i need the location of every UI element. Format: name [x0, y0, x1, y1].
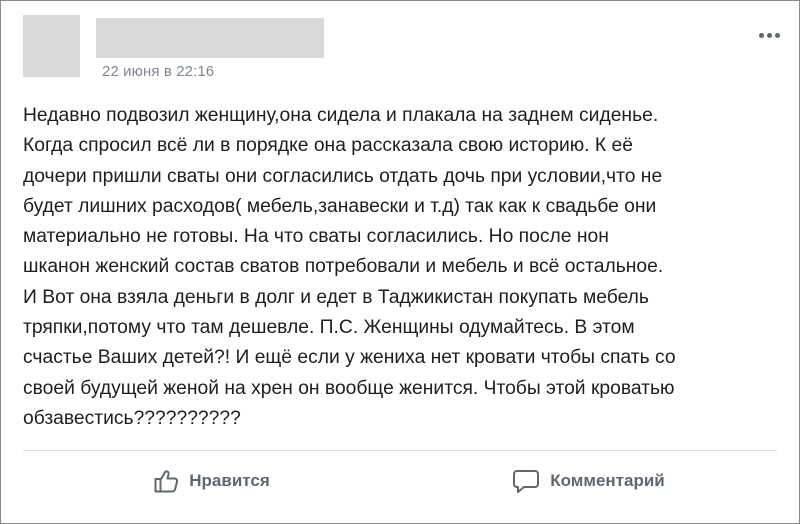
post-body-line: Когда спросил всё ли в порядке она расск… — [23, 135, 633, 157]
more-options-icon — [766, 32, 772, 38]
post-body-line: Недавно подвозил женщину,она сидела и пл… — [23, 105, 659, 126]
post-body-line: шканон женский состав сватов потребовали… — [23, 256, 664, 278]
comment-button[interactable]: Комментарий — [400, 453, 777, 509]
post-body-line: тряпки,потому что там дешевле. П.С. Женщ… — [23, 317, 635, 339]
more-options-icon — [774, 32, 780, 38]
thumbs-up-icon — [153, 468, 179, 494]
actions-divider — [23, 450, 777, 451]
post-body-line: будет лишних расходов( мебель,занавески … — [23, 195, 657, 217]
post-timestamp[interactable]: 22 июня в 22:16 — [102, 63, 214, 80]
post-body-line: дочери пришли сваты они согласились отда… — [23, 165, 663, 187]
post-body-line: И Вот она взяла деньги в долг и едет в Т… — [23, 286, 649, 308]
author-name-redacted[interactable] — [96, 18, 324, 58]
post-body-line: счастье Ваших детей?! И ещё если у жених… — [23, 347, 676, 369]
more-options-icon — [758, 32, 764, 38]
post-body-line: материально не готовы. На что сваты согл… — [23, 226, 609, 248]
comment-label: Комментарий — [550, 471, 665, 490]
post-body-line: своей будущей женой на хрен он вообще же… — [23, 377, 675, 399]
more-options-button[interactable] — [753, 23, 785, 47]
author-avatar[interactable] — [23, 15, 80, 77]
post-body: Недавно подвозил женщину,она сидела и пл… — [23, 101, 783, 434]
post-actions-bar: Нравится Комментарий — [23, 453, 777, 509]
post-card: 22 июня в 22:16 Недавно подвозил женщину… — [0, 0, 800, 524]
comment-bubble-icon — [512, 468, 540, 494]
like-label: Нравится — [189, 471, 270, 490]
post-body-line: обзавестись?????????? — [23, 407, 241, 429]
like-button[interactable]: Нравится — [23, 453, 400, 509]
